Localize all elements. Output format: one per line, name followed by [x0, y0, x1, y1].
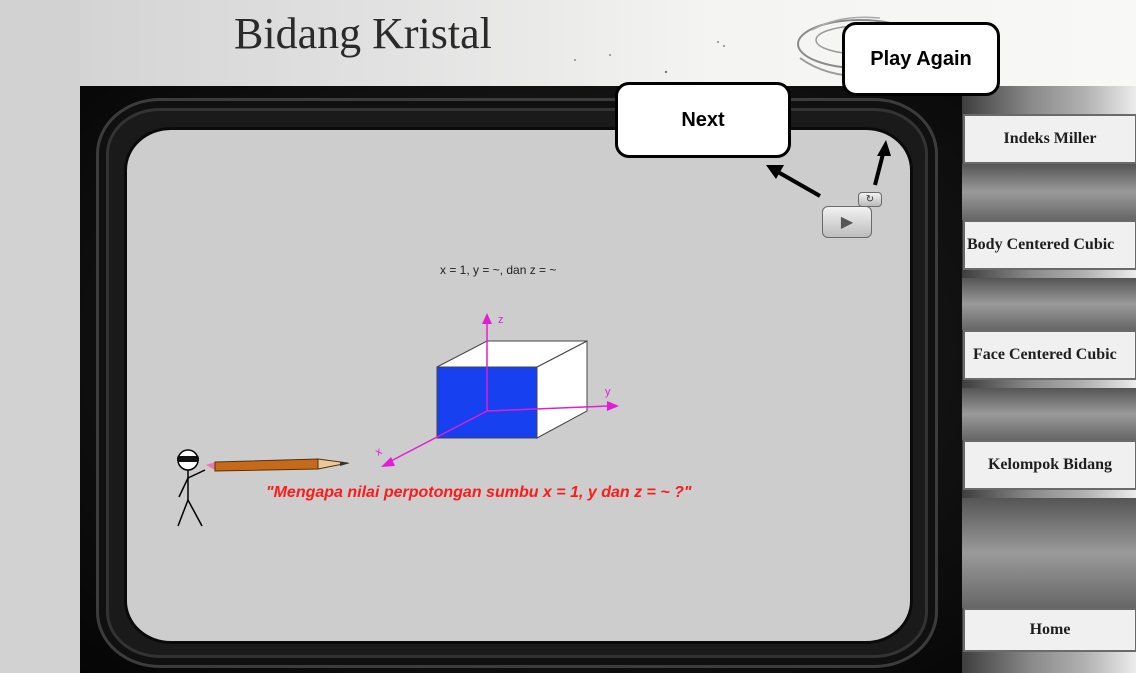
y-axis-arrowhead — [607, 401, 619, 411]
question-text: "Mengapa nilai perpotongan sumbu x = 1, … — [266, 484, 692, 501]
cube — [436, 340, 588, 439]
x-axis-arrowhead — [381, 457, 395, 467]
stick-figure — [177, 449, 206, 527]
crystal-plane-diagram — [177, 313, 619, 527]
z-axis-label: z — [498, 314, 504, 326]
z-axis-arrowhead — [482, 313, 492, 324]
app-stage: Bidang Kristal Indeks Miller Body Center… — [0, 0, 1136, 673]
y-axis-label: y — [605, 386, 611, 398]
pencil-pointer — [206, 458, 350, 472]
